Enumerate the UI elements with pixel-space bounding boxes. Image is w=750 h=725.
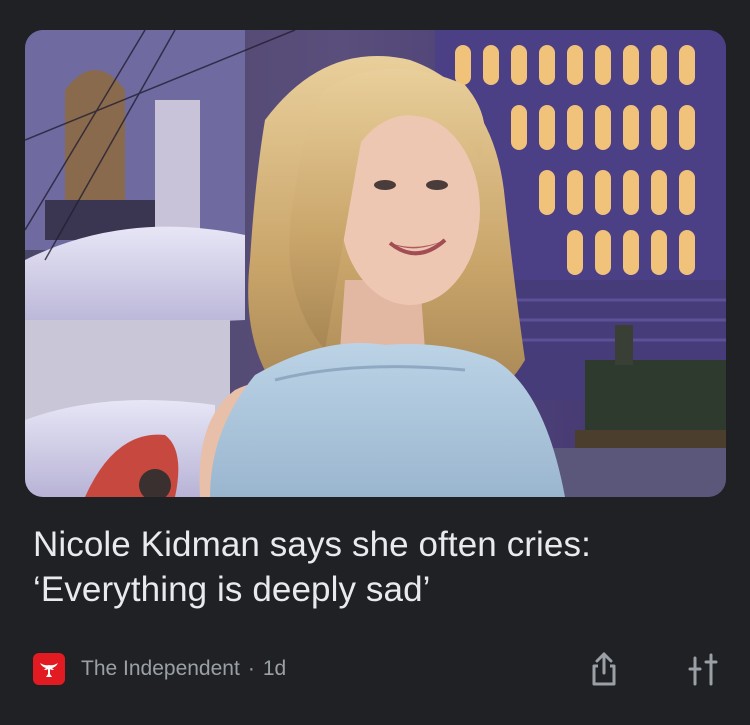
photo-portrait-woman-icon <box>25 30 726 497</box>
eagle-logo-icon[interactable] <box>33 653 65 685</box>
meta-separator: · <box>247 657 255 680</box>
tune-button[interactable] <box>683 648 723 690</box>
article-age: 1d <box>262 657 287 680</box>
publisher-name[interactable]: The Independent <box>81 657 240 681</box>
share-icon <box>592 652 616 686</box>
article-meta: The Independent · 1d <box>33 652 286 686</box>
share-button[interactable] <box>584 648 624 690</box>
news-card[interactable]: Nicole Kidman says she often cries: ‘Eve… <box>0 0 750 725</box>
tune-icon <box>688 653 718 686</box>
article-headline[interactable]: Nicole Kidman says she often cries: ‘Eve… <box>33 522 723 612</box>
article-image[interactable] <box>25 30 726 497</box>
